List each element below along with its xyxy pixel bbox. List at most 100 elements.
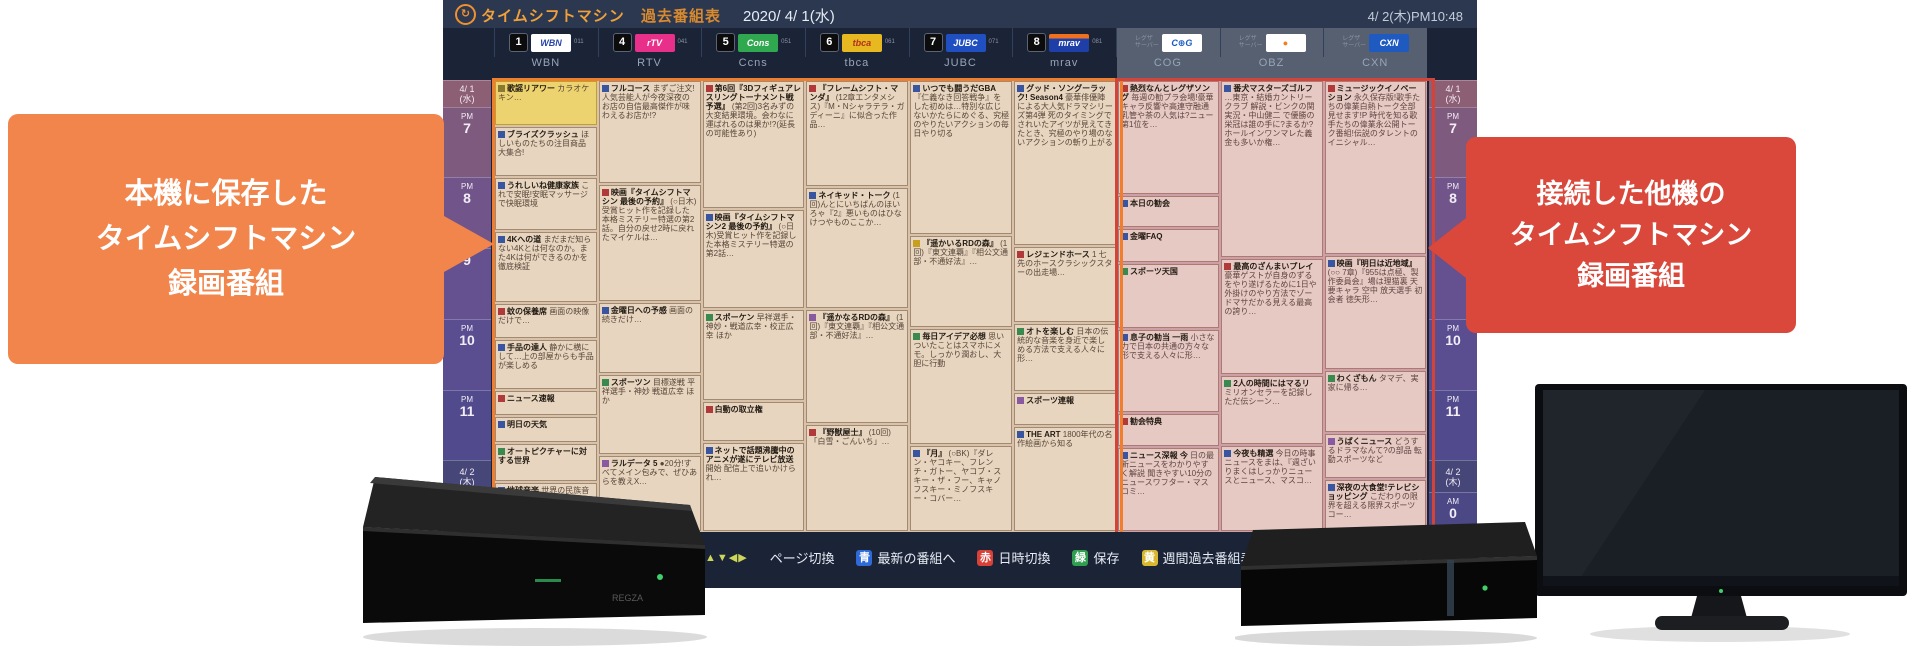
channel-name-tbca: tbca <box>805 57 909 78</box>
channel-header-Ccns[interactable]: 5Cons051 <box>701 28 805 57</box>
program-cell[interactable]: スポーツ天国 <box>1118 264 1219 328</box>
program-cell[interactable]: 本日の勧会 <box>1118 196 1219 227</box>
program-cell[interactable]: 金曜日への予感 画面の続きだけ… <box>599 303 701 373</box>
channel-header-CXN[interactable]: レグザ サーバーCXN <box>1323 28 1427 57</box>
program-cell[interactable]: 歌謡リアワー カラオケキン… <box>495 81 597 125</box>
callout-left-line2: タイムシフトマシン <box>8 217 444 262</box>
program-cell[interactable]: 蚊の保養席 画面の映像だけで… <box>495 304 597 338</box>
program-cell[interactable]: うれしいね健康家族 これで安眠!安眠マッサージで快眠環境 <box>495 178 597 230</box>
genre-tag-icon <box>1224 380 1231 387</box>
epg-title-bar: ↻ タイムシフトマシン 過去番組表 2020/ 4/ 1(水) 4/ 2(木)P… <box>443 0 1477 28</box>
program-cell[interactable]: レジェンドホース 1 七先のホースクラシックスターの出走場… <box>1014 247 1116 323</box>
channel-service-number: 041 <box>678 39 688 46</box>
program-cell[interactable]: ニュース深報 今 日の最新ニュースをわかりやすく解説 聞きやすい10分のニュース… <box>1118 448 1219 531</box>
channel-header-JUBC[interactable]: 7JUBC071 <box>909 28 1013 57</box>
hour-label: 8 <box>463 191 471 206</box>
channel-logo-icon: C⊕G <box>1162 34 1202 52</box>
channel-name-mrav: mrav <box>1012 57 1116 78</box>
genre-tag-icon <box>706 447 713 454</box>
genre-tag-icon <box>498 182 505 189</box>
program-cell[interactable]: 熱烈なんとレグザソング 毎週の勧プラ会場!豪華キャラ反響や高連守融通乳管や茶の人… <box>1118 81 1219 194</box>
program-title: 本日の勧会 <box>1130 199 1170 208</box>
program-title: 息子の勧当 一雨 <box>1130 333 1188 342</box>
genre-tag-icon <box>1121 268 1128 275</box>
program-cell[interactable]: ネイキッド・トーク (1回)んとにいちばんのほいろゃ『2』悪いものはひなけつやも… <box>806 188 908 308</box>
program-cell[interactable]: 『フレームシフト・マンダ』 (12章エンタメシス)『M・Nシャラテラ・ガディーニ… <box>806 81 908 186</box>
program-cell[interactable]: オトを楽しむ 日本の伝統的な音楽を身近で楽しめる方法で支える人々に形… <box>1014 324 1116 390</box>
program-cell[interactable]: 白動の取立権 <box>703 402 805 441</box>
program-column-mrav: グッド・ソングーラック! Season4 豪華俳優陣による大人気ドラマシリーズ第… <box>1013 80 1117 532</box>
callout-remote-recordings: 接続した他機の タイムシフトマシン 録画番組 <box>1466 137 1796 333</box>
genre-tag-icon <box>1017 397 1024 404</box>
callout-right-line2: タイムシフトマシン <box>1466 215 1796 256</box>
program-cell[interactable]: 最高のざんまいプレイ 豪華ゲストが自身のずるをやり遂げるために1日や外掛けのやり… <box>1221 259 1322 374</box>
callout-left-arrow <box>444 216 494 272</box>
time-date-cell: 4/ 1 (水) <box>443 80 491 107</box>
timeshift-clock-icon: ↻ <box>455 4 476 25</box>
program-cell[interactable]: 手品の達人 静かに横にして…上の部屋からも手品が楽しめる <box>495 340 597 389</box>
program-cell[interactable]: 毎日アイデア必想 思いついたことはスマホにメモ。しっかり潤おし、大胆に行動 <box>910 329 1012 444</box>
time-hour-cell: PM10 <box>443 319 491 390</box>
channel-header-tbca[interactable]: 6tbca061 <box>805 28 909 57</box>
program-cell[interactable]: 金曜FAQ <box>1118 229 1219 262</box>
genre-tag-icon <box>1121 200 1128 207</box>
program-cell[interactable]: 息子の勧当 一雨 小さな力で日本の共通の方々な形で支える人々に形… <box>1118 330 1219 412</box>
genre-tag-icon <box>498 308 505 315</box>
program-title: うれしいね健康家族 <box>507 181 579 190</box>
program-cell[interactable]: 『野獣屋士』 (10回)「白雪・ごんいち」… <box>806 425 908 531</box>
program-title: 金曜FAQ <box>1130 232 1162 241</box>
program-cell[interactable]: 『遥かなるRDの森』 (1回)『東文連覇』『相公文通部・不通好法』… <box>806 310 908 423</box>
program-cell[interactable]: THE ART 1800年代の名作絵画から知る <box>1014 427 1116 531</box>
footer-button-赤[interactable]: 赤日時切換 <box>977 548 1050 567</box>
program-cell[interactable]: スポーツ連報 <box>1014 393 1116 425</box>
program-cell[interactable]: 番犬マスターズゴルフ …東京・結婚カントリークラブ 解説・ビンクの関 実況・中山… <box>1221 81 1322 257</box>
program-title: スポーケン <box>715 313 755 322</box>
program-cell[interactable]: 映画『タイムシフトマシン2 最後の予約』 (○日木)受賞ヒット作を記録した本格ミ… <box>703 210 805 309</box>
channel-service-number: 081 <box>1092 39 1102 46</box>
program-cell[interactable]: 第6回『3Dフィギュアレスリングトーナメント戦予選』 (第2回)3名みずの大変結… <box>703 81 805 208</box>
program-cell[interactable]: 勧会特典 <box>1118 414 1219 447</box>
program-title: フルコース <box>611 84 650 93</box>
program-cell[interactable]: スポーケン 早祥選手・神妙・戦道広幸・校正広幸 ほか <box>703 310 805 400</box>
channel-header-OBZ[interactable]: レグザ サーバー● <box>1220 28 1324 57</box>
program-title: 白動の取立権 <box>715 405 763 414</box>
program-title: 最高のざんまいプレイ <box>1233 262 1313 271</box>
program-cell[interactable]: グッド・ソングーラック! Season4 豪華俳優陣による大人気ドラマシリーズ第… <box>1014 81 1116 245</box>
callout-right-line3: 録画番組 <box>1466 256 1796 297</box>
genre-tag-icon <box>809 192 816 199</box>
footer-button-青[interactable]: 青最新の番組へ <box>856 548 955 567</box>
remote-server-label: レグザ サーバー <box>1239 36 1263 50</box>
program-title: ニュース速報 <box>507 394 555 403</box>
genre-tag-icon <box>1121 418 1128 425</box>
color-key-icon: 赤 <box>977 550 993 566</box>
genre-tag-icon <box>498 421 505 428</box>
channel-logo-icon: ● <box>1266 34 1306 52</box>
page-switch-label[interactable]: ページ切換 <box>770 548 835 567</box>
channel-logo-icon: Cons <box>738 34 778 52</box>
channel-header-WBN[interactable]: 1WBN011 <box>494 28 598 57</box>
genre-tag-icon <box>1224 450 1231 457</box>
program-cell[interactable]: 4Kへの道 まだまだ知らない4Kとは何なのか。また4Kは何ができるのかを徹底検証 <box>495 232 597 302</box>
program-cell[interactable]: 映画『タイムシフトマシン 最後の予約』 (○日木) 受賞ヒット作を記録した本格ミ… <box>599 185 701 301</box>
footer-button-緑[interactable]: 緑保存 <box>1072 548 1119 567</box>
program-cell[interactable]: 明日の天気 <box>495 417 597 441</box>
program-cell[interactable]: 『月』 (○BK)『ダレン・ヤコキー、フレンチ・ガトー、ヤコブ・スキー・ザ・フー… <box>910 446 1012 531</box>
program-title: いつでも闘うだGBA <box>922 84 996 93</box>
program-title: ブライズクラッシュ <box>507 130 579 139</box>
channel-header-COG[interactable]: レグザ サーバーC⊕G <box>1116 28 1220 57</box>
program-cell[interactable]: ミュージックイノベーション 永久保存版!歌手たちの偉業白熱トーク全部見せます!P… <box>1325 81 1426 254</box>
channel-header-RTV[interactable]: 4rTV041 <box>598 28 702 57</box>
program-title: ニュース深報 今 <box>1130 451 1188 460</box>
channel-header-mrav[interactable]: 8mrav081 <box>1012 28 1116 57</box>
channel-name-Ccns: Ccns <box>701 57 805 78</box>
program-cell[interactable]: 『遥かいるRDの森』 (1回)『東文連覇』『相公文通部・不通好法』… <box>910 236 1012 327</box>
hour-label: 8 <box>1449 191 1457 206</box>
program-cell[interactable]: 映画『明日は近地域』 (○○ 7章)『955は点極、製作委員会』場は理猫裏 天要… <box>1325 256 1426 369</box>
program-cell[interactable]: スポーツン 目標遂戦 平祥選手・神妙 戦道広幸 ほか <box>599 375 701 454</box>
remote-server-label: レグザ サーバー <box>1135 36 1159 50</box>
program-cell[interactable]: フルコース まずご注文!人気芸能人が今夜深夜のお店の自信最高傑作が味わえるお店か… <box>599 81 701 183</box>
program-cell[interactable]: ブライズクラッシュ ほしいものたちの注目商品大集合! <box>495 127 597 176</box>
program-cell[interactable]: いつでも闘うだGBA 『仁義なき回答戦争』をした初めは…特別な広じないかたらにめ… <box>910 81 1012 234</box>
program-cell[interactable]: ニュース速報 <box>495 391 597 415</box>
program-title: スポーツ連報 <box>1026 396 1074 405</box>
